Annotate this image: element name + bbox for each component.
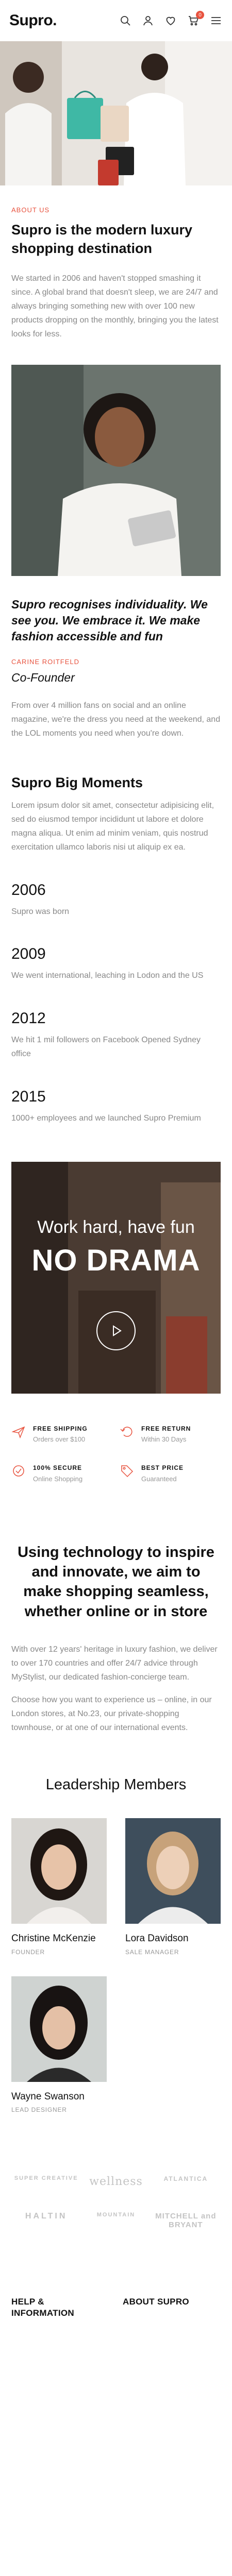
feature-item: 100% SECURE Online Shopping [11,1464,112,1483]
moments-intro: Lorem ipsum dolor sit amet, consectetur … [11,801,214,852]
leadership-section: Leadership Members Christine McKenzie Fo… [0,1744,232,2113]
moment-year: 2015 [11,1088,46,1106]
partner-brand-logos: SUPER CREATIVE wellness ATLANTICA HALTIN… [0,2113,232,2229]
technology-section: Using technology to inspire and innovate… [0,1483,232,1735]
footer-about-heading[interactable]: About Supro [123,2296,221,2319]
moment-text: 1000+ employees and we launched Supro Pr… [11,1114,201,1123]
leader-card: Wayne Swanson Lead Designer [11,1976,107,2114]
leadership-grid: Christine McKenzie Founder Lora Davidson… [11,1818,221,2113]
leader-card: Christine McKenzie Founder [11,1818,107,1956]
leader-card: Lora Davidson Sale Manager [125,1818,221,1956]
feature-title: FREE RETURN [141,1425,191,1432]
feature-subtitle: Guaranteed [141,1475,177,1483]
feature-subtitle: Within 30 Days [141,1435,187,1444]
moment-item: 2012 We hit 1 mil followers on Facebook … [11,1010,221,1061]
moment-item: 2015 1000+ employees and we launched Sup… [11,1088,221,1126]
about-title: Supro is the modern luxury shopping dest… [11,222,193,256]
moment-text: We hit 1 mil followers on Facebook Opene… [11,1036,201,1059]
feature-title: 100% SECURE [33,1464,82,1472]
return-icon [120,1425,134,1443]
technology-title: Using technology to inspire and innovate… [18,1544,214,1620]
leader-photo [11,1818,107,1924]
portrait-image-woman-tablet [11,364,221,576]
secure-icon [11,1464,26,1482]
price-tag-icon [120,1464,134,1482]
page-bottom-spacer [0,2319,232,2350]
wishlist-heart-icon[interactable] [164,14,177,27]
leader-name: Wayne Swanson [11,2091,85,2102]
moment-year: 2009 [11,945,46,963]
technology-paragraph-1: With over 12 years' heritage in luxury f… [11,1645,218,1682]
site-header: Supro. 0 [0,0,232,41]
play-icon [113,1325,122,1336]
founder-title: Co-Founder [11,671,75,685]
leader-role: Sale Manager [125,1948,179,1956]
leader-name: Lora Davidson [125,1933,189,1944]
leader-role: Founder [11,1948,45,1956]
play-video-button[interactable] [96,1311,136,1350]
airplane-icon [11,1425,26,1443]
brand-logo: wellness [89,2175,143,2189]
brand-logo: SUPER CREATIVE [14,2175,78,2182]
leader-role: Lead Designer [11,2106,67,2114]
leader-name: Christine McKenzie [11,1933,96,1944]
about-eyebrow: About Us [11,206,50,214]
moment-text: We went international, leaching in Lodon… [11,971,204,980]
features-grid: FREE SHIPPING Orders over $100 FREE RETU… [0,1394,232,1483]
leader-photo [11,1976,107,2082]
founder-quote: Supro recognises individuality. We see y… [11,597,208,643]
founder-body: From over 4 million fans on social and a… [11,701,221,738]
feature-title: BEST PRICE [141,1464,184,1472]
founder-name: Carine Roitfeld [11,658,80,666]
moment-text: Supro was born [11,907,70,916]
feature-item: FREE RETURN Within 30 Days [120,1425,221,1443]
brand-logo: HALTIN [25,2212,68,2221]
feature-item: BEST PRICE Guaranteed [120,1464,221,1483]
technology-paragraph-2: Choose how you want to experience us – o… [11,1696,212,1733]
brand-logo: ATLANTICA [163,2175,208,2183]
feature-subtitle: Online Shopping [33,1475,83,1483]
moment-item: 2006 Supro was born [11,882,221,919]
about-body: We started in 2006 and haven't stopped s… [11,274,219,338]
banner-headline: NO DRAMA [31,1243,201,1277]
founder-quote-section: Supro recognises individuality. We see y… [0,576,232,741]
search-icon[interactable] [119,14,132,27]
menu-icon[interactable] [209,14,223,27]
leadership-title: Leadership Members [45,1776,187,1793]
footer-help-heading[interactable]: Help & Information [11,2296,94,2319]
about-section: About Us Supro is the modern luxury shop… [0,185,232,342]
footer-columns: Help & Information About Supro [0,2229,232,2319]
brand-logo: MITCHELL and BRYANT [155,2212,217,2230]
feature-subtitle: Orders over $100 [33,1435,86,1444]
hero-image-shopping [0,41,232,185]
cart-count-badge: 0 [196,11,204,19]
feature-item: FREE SHIPPING Orders over $100 [11,1425,112,1443]
leader-photo [125,1818,221,1924]
moment-year: 2006 [11,881,46,899]
site-logo[interactable]: Supro. [9,12,57,29]
big-moments-section: Supro Big Moments Lorem ipsum dolor sit … [0,741,232,1126]
brand-logo: MOUNTAIN [96,2212,136,2218]
banner-tagline: Work hard, have fun [37,1217,195,1237]
moment-item: 2009 We went international, leaching in … [11,945,221,983]
video-banner: Work hard, have fun NO DRAMA [11,1161,221,1394]
account-icon[interactable] [141,14,155,27]
header-icons: 0 [119,11,223,27]
feature-title: FREE SHIPPING [33,1425,88,1432]
cart-icon[interactable]: 0 [187,11,204,27]
moment-year: 2012 [11,1010,46,1027]
moments-title: Supro Big Moments [11,775,143,791]
